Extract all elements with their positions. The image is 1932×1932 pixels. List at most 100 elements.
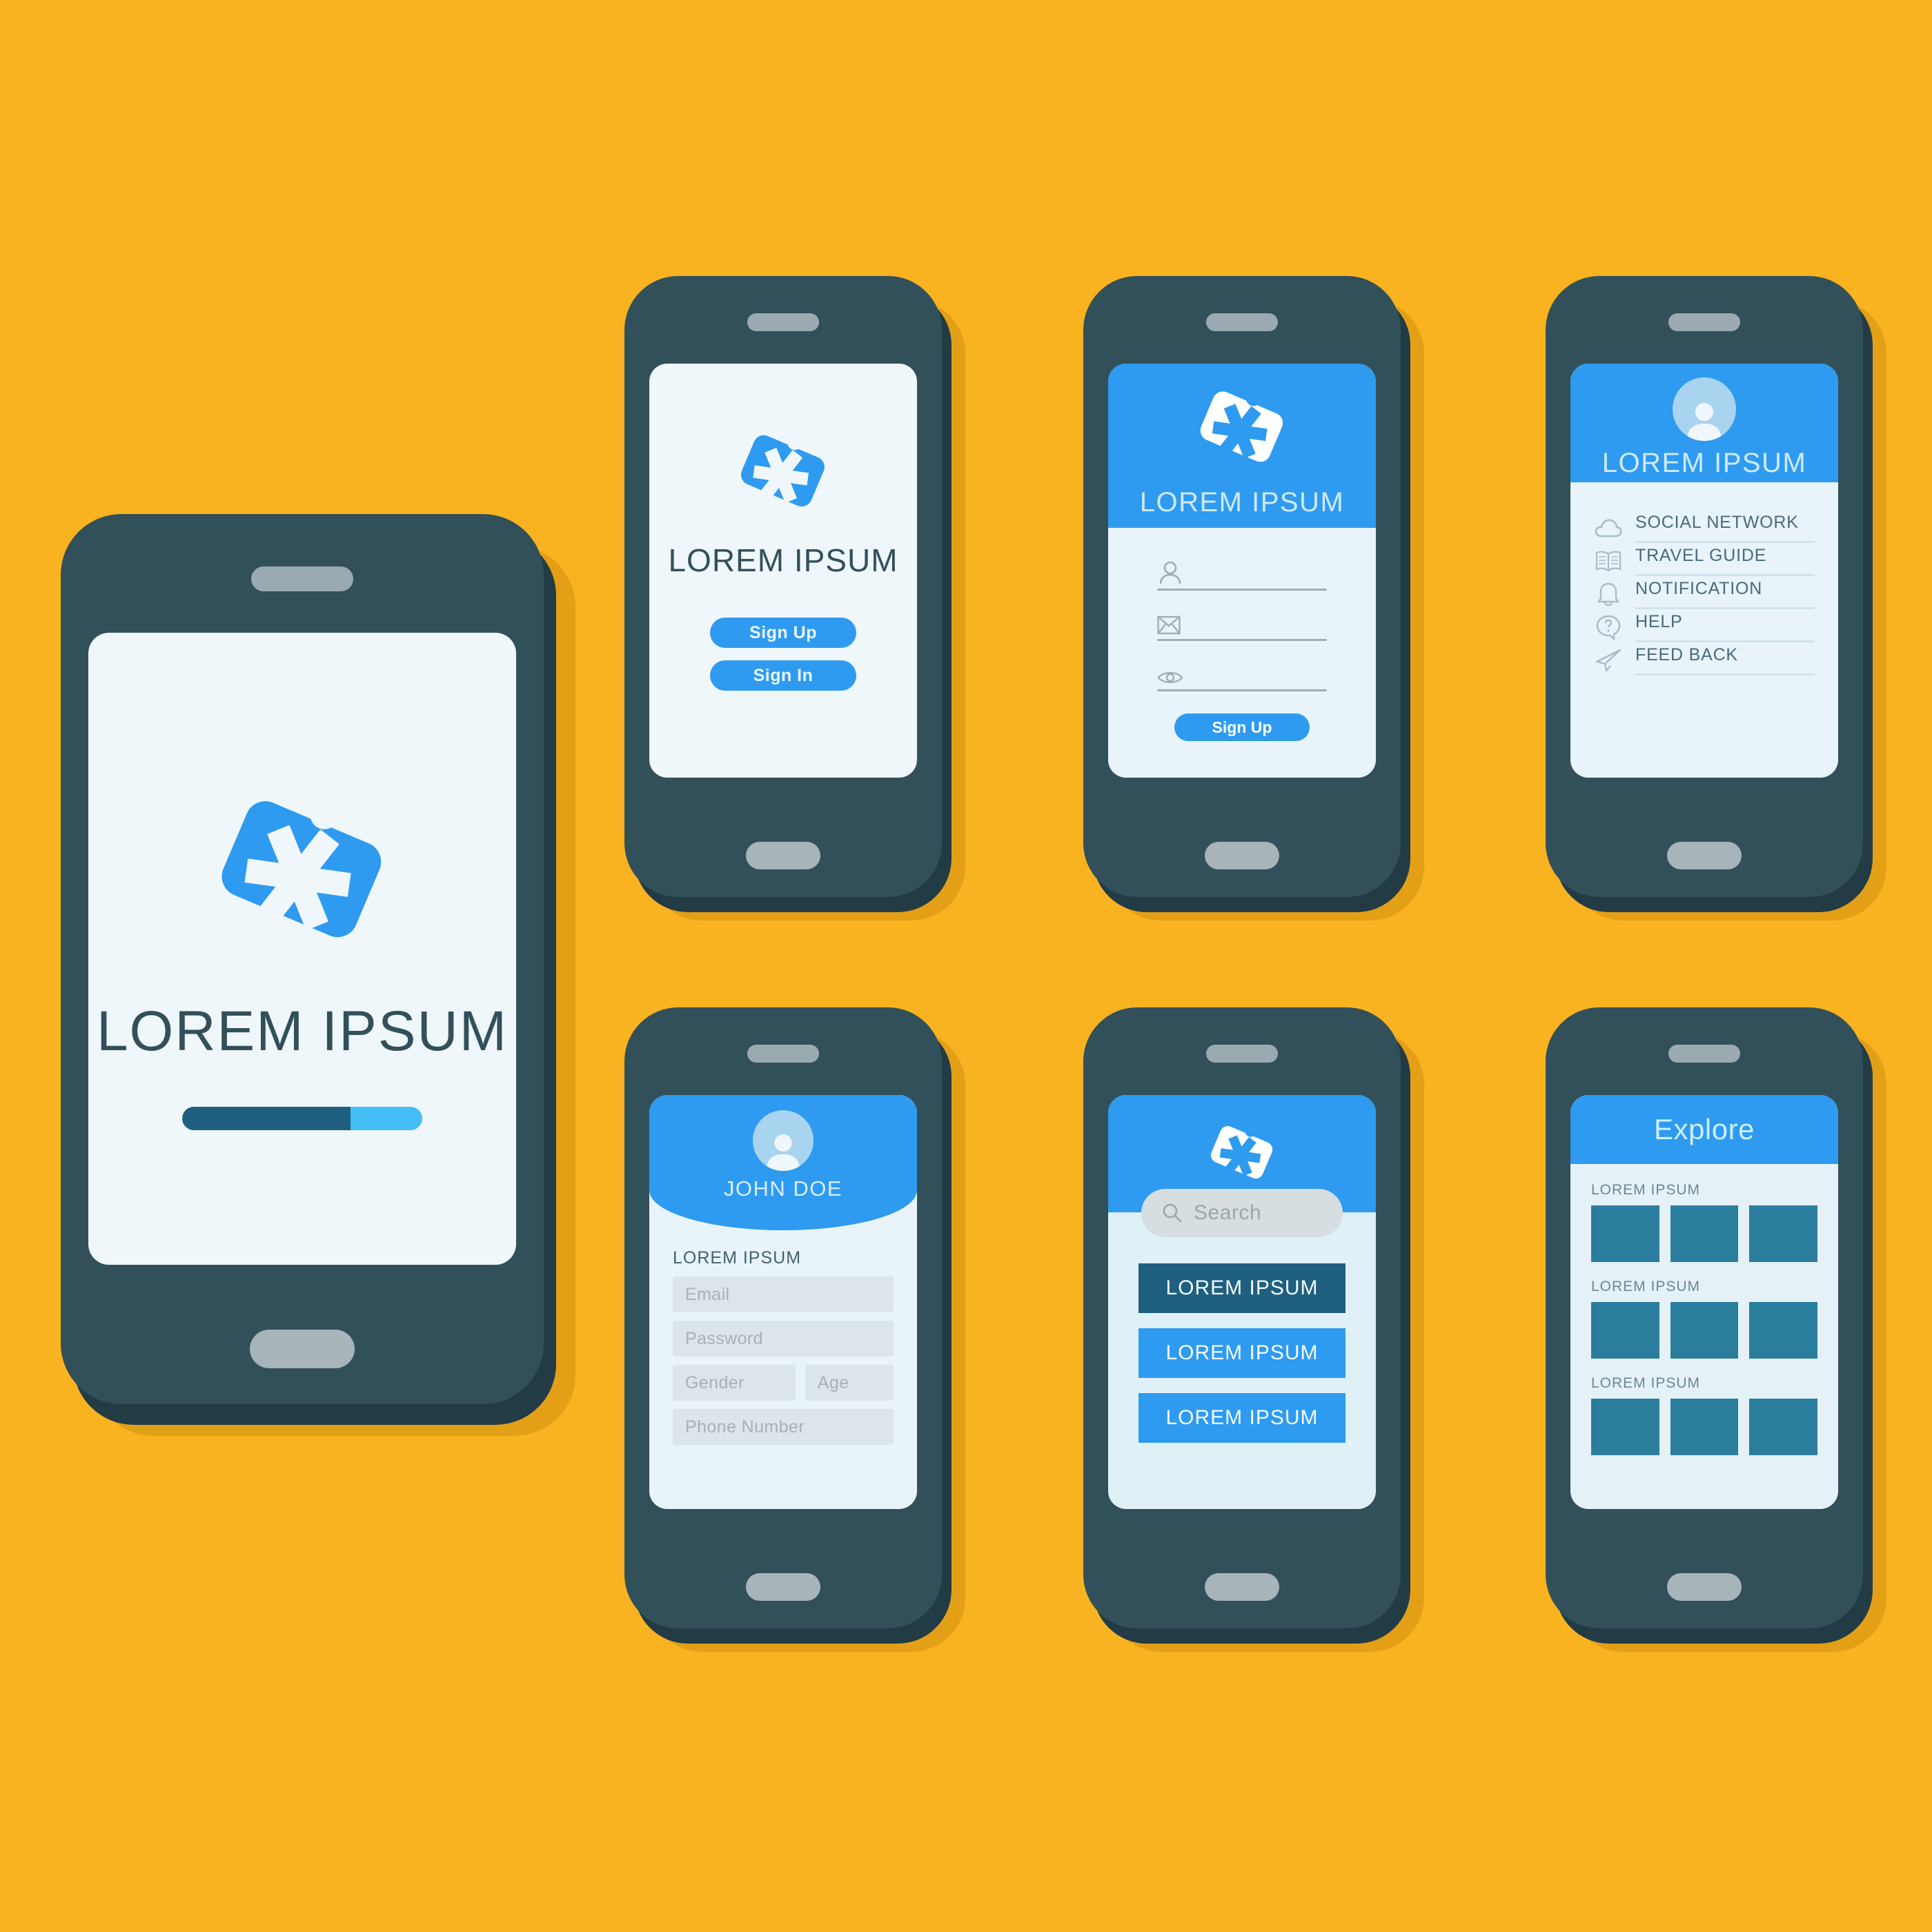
- tag-asterisk-icon: [731, 417, 836, 522]
- thumbnail-grid: [1591, 1399, 1818, 1455]
- home-button[interactable]: [746, 1573, 820, 1601]
- menu-item-text-wrap: FEED BACK: [1635, 645, 1815, 676]
- home-button[interactable]: [1205, 842, 1279, 869]
- phone-signup: LOREM IPSUM Sign Up: [1083, 276, 1424, 920]
- page-title: LOREM IPSUM: [668, 542, 898, 578]
- explore-group: LOREM IPSUM: [1591, 1375, 1818, 1455]
- mockup-canvas: LOREM IPSUM LOREM IPSUM Sign Up Sign In …: [0, 0, 1932, 1932]
- menu-item-notification[interactable]: NOTIFICATION: [1594, 576, 1815, 609]
- password-field[interactable]: [1157, 658, 1327, 691]
- menu-item-text-wrap: HELP: [1635, 612, 1815, 642]
- signup-submit-button[interactable]: Sign Up: [1174, 713, 1310, 741]
- progress-fill: [182, 1107, 351, 1130]
- home-button[interactable]: [250, 1330, 355, 1368]
- bell-icon: [1594, 580, 1623, 609]
- menu-item-travel-guide[interactable]: TRAVEL GUIDE: [1594, 543, 1815, 576]
- field-underline: [1157, 689, 1327, 691]
- screen-explore: Explore LOREM IPSUM LOREM IPSUM LOREM IP…: [1570, 1095, 1838, 1509]
- thumbnail-cell[interactable]: [1591, 1399, 1659, 1455]
- home-button[interactable]: [1667, 842, 1742, 869]
- signup-form-panel: Sign Up: [1108, 528, 1376, 778]
- menu-item-label: NOTIFICATION: [1635, 579, 1763, 598]
- tag-asterisk-icon: [202, 767, 402, 967]
- screen-signup: LOREM IPSUM Sign Up: [1108, 364, 1376, 778]
- menu-item-text-wrap: NOTIFICATION: [1635, 579, 1815, 609]
- screen-profile: JOHN DOE LOREM IPSUM Email Password Gend…: [649, 1095, 917, 1509]
- header-title: LOREM IPSUM: [1601, 447, 1807, 478]
- gender-input[interactable]: Gender: [673, 1365, 796, 1401]
- question-chat-icon: [1594, 613, 1623, 642]
- phone-profile: JOHN DOE LOREM IPSUM Email Password Gend…: [624, 1007, 965, 1652]
- thumbnail-cell[interactable]: [1749, 1302, 1818, 1359]
- earpiece-speaker: [1668, 313, 1740, 331]
- explore-body: LOREM IPSUM LOREM IPSUM LOREM IPSUM: [1570, 1164, 1838, 1455]
- profile-header: JOHN DOE: [649, 1095, 917, 1230]
- header-title: LOREM IPSUM: [1139, 486, 1345, 518]
- explore-group: LOREM IPSUM: [1591, 1182, 1818, 1262]
- loading-progress-bar: [182, 1107, 422, 1130]
- email-field[interactable]: [1157, 607, 1327, 641]
- magnifier-icon: [1162, 1203, 1183, 1223]
- envelope-icon: [1157, 607, 1327, 635]
- screen-menu: LOREM IPSUM SOCIAL NETWORK TRAVEL GUIDE …: [1570, 364, 1838, 778]
- thumbnail-cell[interactable]: [1670, 1399, 1739, 1455]
- screen-auth: LOREM IPSUM Sign Up Sign In: [649, 364, 917, 778]
- thumbnail-cell[interactable]: [1670, 1302, 1739, 1359]
- password-input[interactable]: Password: [673, 1321, 894, 1357]
- phone-menu: LOREM IPSUM SOCIAL NETWORK TRAVEL GUIDE …: [1546, 276, 1886, 920]
- list-item[interactable]: LOREM IPSUM: [1138, 1393, 1346, 1443]
- earpiece-speaker: [1206, 1045, 1278, 1063]
- menu-item-help[interactable]: HELP: [1594, 609, 1815, 642]
- tag-asterisk-icon: [1203, 1113, 1281, 1190]
- sign-in-button[interactable]: Sign In: [710, 660, 856, 691]
- cloud-icon: [1594, 513, 1623, 542]
- group-label: LOREM IPSUM: [1591, 1279, 1701, 1294]
- sign-up-button[interactable]: Sign Up: [710, 618, 856, 648]
- email-input[interactable]: Email: [673, 1276, 894, 1312]
- page-title: LOREM IPSUM: [96, 1000, 509, 1063]
- home-button[interactable]: [746, 842, 820, 869]
- phone-search: Search LOREM IPSUM LOREM IPSUM LOREM IPS…: [1083, 1007, 1424, 1652]
- gender-age-row: Gender Age: [673, 1365, 894, 1409]
- explore-group: LOREM IPSUM: [1591, 1279, 1818, 1359]
- username-field[interactable]: [1157, 557, 1327, 591]
- home-button[interactable]: [1667, 1573, 1742, 1601]
- user-avatar-icon: [1673, 377, 1736, 441]
- search-results-list: LOREM IPSUM LOREM IPSUM LOREM IPSUM: [1108, 1212, 1376, 1443]
- thumbnail-cell[interactable]: [1670, 1205, 1739, 1262]
- screen-search: Search LOREM IPSUM LOREM IPSUM LOREM IPS…: [1108, 1095, 1376, 1509]
- earpiece-speaker: [251, 566, 353, 591]
- menu-item-text-wrap: SOCIAL NETWORK: [1635, 513, 1815, 543]
- phone-explore: Explore LOREM IPSUM LOREM IPSUM LOREM IP…: [1546, 1007, 1886, 1652]
- menu-item-label: FEED BACK: [1635, 645, 1738, 664]
- group-label: LOREM IPSUM: [1591, 1182, 1701, 1198]
- search-placeholder: Search: [1194, 1201, 1262, 1224]
- list-item[interactable]: LOREM IPSUM: [1138, 1328, 1346, 1378]
- signup-header: LOREM IPSUM: [1108, 364, 1376, 528]
- earpiece-speaker: [1668, 1045, 1740, 1063]
- thumbnail-cell[interactable]: [1749, 1205, 1818, 1262]
- field-underline: [1157, 639, 1327, 641]
- thumbnail-cell[interactable]: [1749, 1399, 1818, 1455]
- home-button[interactable]: [1205, 1573, 1279, 1601]
- paper-plane-icon: [1594, 646, 1623, 675]
- list-item[interactable]: LOREM IPSUM: [1138, 1263, 1346, 1313]
- thumbnail-grid: [1591, 1302, 1818, 1359]
- menu-item-social-network[interactable]: SOCIAL NETWORK: [1594, 510, 1815, 543]
- user-avatar-icon: [753, 1110, 814, 1171]
- thumbnail-cell[interactable]: [1591, 1205, 1659, 1262]
- thumbnail-cell[interactable]: [1591, 1302, 1659, 1359]
- field-underline: [1157, 589, 1327, 591]
- earpiece-speaker: [747, 1045, 819, 1063]
- phone-number-input[interactable]: Phone Number: [673, 1409, 894, 1445]
- menu-item-label: TRAVEL GUIDE: [1635, 546, 1767, 565]
- menu-item-feed-back[interactable]: FEED BACK: [1594, 642, 1815, 676]
- menu-list: SOCIAL NETWORK TRAVEL GUIDE NOTIFICATION…: [1570, 482, 1838, 778]
- age-input[interactable]: Age: [805, 1365, 894, 1401]
- person-icon: [1157, 557, 1327, 584]
- thumbnail-grid: [1591, 1205, 1818, 1262]
- book-icon: [1594, 546, 1623, 575]
- group-label: LOREM IPSUM: [1591, 1375, 1701, 1391]
- search-input[interactable]: Search: [1141, 1189, 1343, 1237]
- eye-icon: [1157, 658, 1327, 685]
